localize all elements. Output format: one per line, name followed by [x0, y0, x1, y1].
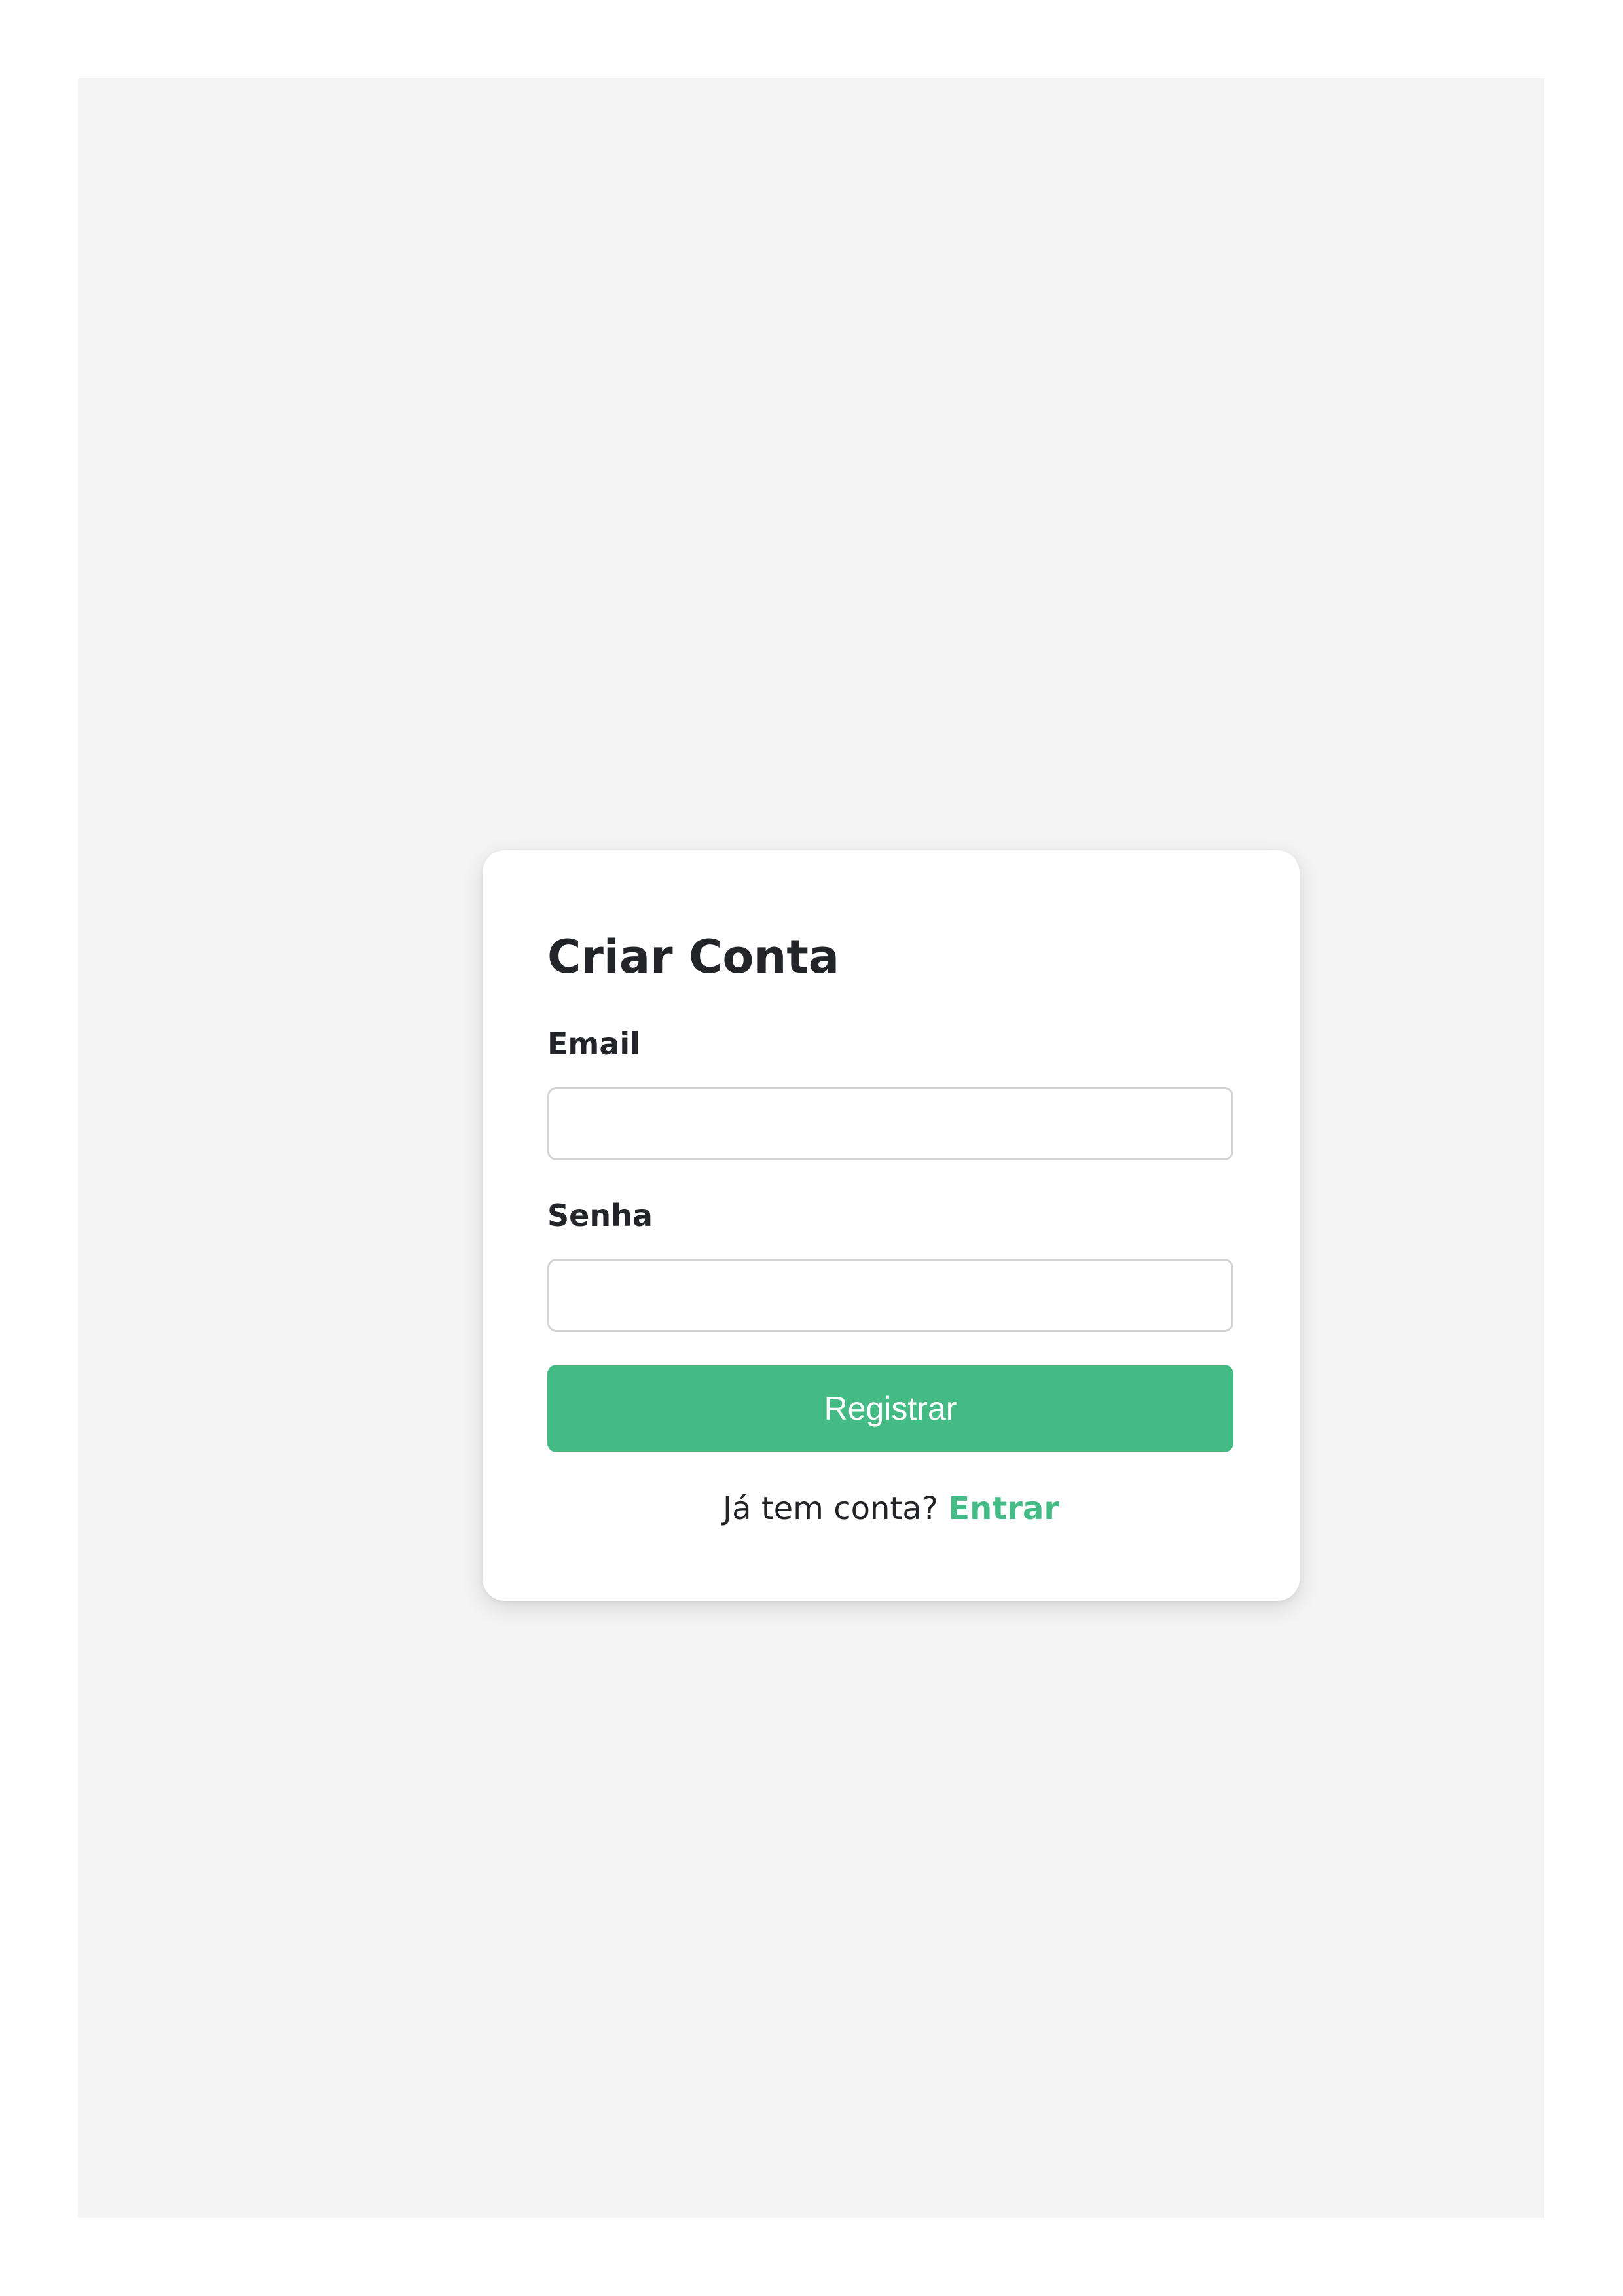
login-prompt-text: Já tem conta? [723, 1490, 939, 1527]
register-card: Criar Conta Email Senha Registrar Já tem… [483, 850, 1300, 1601]
login-prompt: Já tem conta? Entrar [483, 1489, 1300, 1528]
register-button[interactable]: Registrar [547, 1365, 1233, 1452]
password-field[interactable] [547, 1259, 1233, 1332]
email-field[interactable] [547, 1087, 1233, 1160]
page-title: Criar Conta [547, 930, 840, 984]
page-background: Criar Conta Email Senha Registrar Já tem… [78, 78, 1544, 2218]
email-label: Email [547, 1026, 640, 1062]
login-link[interactable]: Entrar [948, 1490, 1059, 1527]
password-label: Senha [547, 1198, 653, 1233]
